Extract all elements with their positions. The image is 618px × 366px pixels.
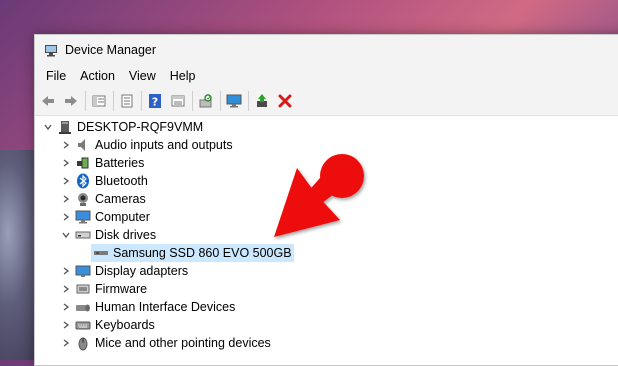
tree-item-label: Human Interface Devices (95, 300, 236, 314)
toolbar-separator (192, 91, 193, 111)
chevron-right-icon[interactable] (59, 156, 73, 170)
tree-item-cameras[interactable]: Cameras (35, 190, 618, 208)
battery-icon (75, 155, 91, 171)
speaker-icon (75, 137, 91, 153)
keyboard-icon (75, 317, 91, 333)
firmware-icon (75, 281, 91, 297)
toolbar-separator (141, 91, 142, 111)
properties-view-icon (92, 95, 106, 107)
menu-action[interactable]: Action (73, 69, 122, 83)
device-manager-app-icon (45, 45, 57, 57)
chevron-right-icon[interactable] (59, 264, 73, 278)
tree-item-label: Computer (95, 210, 150, 224)
chevron-right-icon[interactable] (59, 138, 73, 152)
chevron-right-icon[interactable] (59, 192, 73, 206)
update-driver-icon (257, 94, 267, 107)
help-button[interactable]: ? (144, 90, 166, 112)
svg-text:?: ? (152, 96, 158, 109)
toolbar-separator (248, 91, 249, 111)
selection-highlight: Samsung SSD 860 EVO 500GB (91, 244, 294, 262)
list-view-icon (121, 94, 133, 108)
device-tree: DESKTOP-RQF9VMM Audio inputs and outputs… (35, 116, 618, 352)
toolbar-separator (220, 91, 221, 111)
window-title: Device Manager (65, 43, 157, 57)
tree-item-samsung-ssd[interactable]: Samsung SSD 860 EVO 500GB (35, 244, 618, 262)
tree-item-bluetooth[interactable]: Bluetooth (35, 172, 618, 190)
scan-hardware-icon (199, 94, 212, 108)
chevron-right-icon[interactable] (59, 336, 73, 350)
properties-view-button[interactable] (88, 90, 110, 112)
uninstall-icon (278, 94, 292, 108)
tree-item-label: Samsung SSD 860 EVO 500GB (113, 246, 292, 260)
chevron-right-icon[interactable] (59, 174, 73, 188)
title-bar[interactable]: Device Manager (35, 35, 618, 65)
tree-item-keyboards[interactable]: Keyboards (35, 316, 618, 334)
chevron-right-icon[interactable] (59, 300, 73, 314)
tree-item-label: Disk drives (95, 228, 157, 242)
menu-file[interactable]: File (39, 69, 73, 83)
menu-view[interactable]: View (122, 69, 163, 83)
tree-item-computer[interactable]: Computer (35, 208, 618, 226)
toolbar-separator (113, 91, 114, 111)
tree-item-label: Display adapters (95, 264, 189, 278)
monitor-button[interactable] (223, 90, 245, 112)
display-adapter-icon (75, 263, 91, 279)
tree-item-audio[interactable]: Audio inputs and outputs (35, 136, 618, 154)
hid-icon (75, 299, 91, 315)
monitor-icon (226, 94, 242, 108)
computer-icon (75, 209, 91, 225)
forward-button[interactable] (60, 90, 82, 112)
bluetooth-icon (75, 173, 91, 189)
device-manager-window: Device Manager File Action View Help ? D… (34, 34, 618, 366)
back-icon (42, 96, 54, 106)
chevron-down-icon[interactable] (59, 228, 73, 242)
tree-item-label: Keyboards (95, 318, 155, 332)
tree-item-batteries[interactable]: Batteries (35, 154, 618, 172)
update-driver-button[interactable] (251, 90, 273, 112)
camera-icon (75, 191, 91, 207)
scan-hardware-button[interactable] (195, 90, 217, 112)
computer-icon (57, 119, 73, 135)
disk-drive-icon (75, 227, 91, 243)
chevron-right-icon[interactable] (59, 210, 73, 224)
tree-item-mice[interactable]: Mice and other pointing devices (35, 334, 618, 352)
tree-item-label: Mice and other pointing devices (95, 336, 271, 350)
mouse-icon (75, 335, 91, 351)
tree-item-label: Cameras (95, 192, 146, 206)
tree-item-firmware[interactable]: Firmware (35, 280, 618, 298)
toolbar-separator (85, 91, 86, 111)
details-view-button[interactable] (167, 90, 189, 112)
chevron-right-icon[interactable] (59, 282, 73, 296)
list-view-button[interactable] (116, 90, 138, 112)
menu-help[interactable]: Help (163, 69, 203, 83)
uninstall-button[interactable] (274, 90, 296, 112)
tree-item-label: Batteries (95, 156, 145, 170)
tree-root[interactable]: DESKTOP-RQF9VMM (35, 118, 618, 136)
tree-item-disk-drives[interactable]: Disk drives (35, 226, 618, 244)
menu-bar: File Action View Help (35, 65, 618, 87)
toolbar: ? (35, 87, 618, 116)
chevron-right-icon[interactable] (59, 318, 73, 332)
details-view-icon (171, 95, 185, 107)
tree-item-hid[interactable]: Human Interface Devices (35, 298, 618, 316)
back-button[interactable] (37, 90, 59, 112)
tree-root-label: DESKTOP-RQF9VMM (77, 120, 204, 134)
tree-item-label: Bluetooth (95, 174, 148, 188)
chevron-down-icon[interactable] (41, 120, 55, 134)
tree-item-display-adapters[interactable]: Display adapters (35, 262, 618, 280)
forward-icon (65, 96, 77, 106)
help-icon: ? (149, 94, 161, 109)
disk-drive-icon (93, 245, 109, 261)
tree-item-label: Audio inputs and outputs (95, 138, 233, 152)
tree-item-label: Firmware (95, 282, 148, 296)
